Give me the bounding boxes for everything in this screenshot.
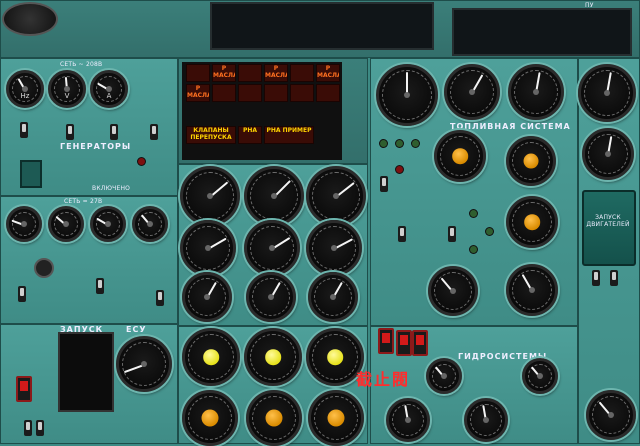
clock-gauge <box>578 64 636 122</box>
fuel-lamp-1 <box>380 140 387 147</box>
egt-gauge-2 <box>244 166 304 226</box>
fuel-pressure-gauge-1 <box>434 130 486 182</box>
generator-switch-2[interactable] <box>66 124 74 140</box>
start-switch-1[interactable] <box>24 420 32 436</box>
fuel-flow-gauge <box>376 64 438 126</box>
warning-tile <box>212 84 236 102</box>
fuel-system-title: ТОПЛИВНАЯ СИСТЕМА <box>450 122 571 131</box>
start-engines-button[interactable] <box>582 190 636 266</box>
right-switch-2[interactable] <box>610 270 618 286</box>
right-switch-1[interactable] <box>592 270 600 286</box>
generator-reset-button[interactable] <box>20 160 42 188</box>
dc-gauge-3 <box>90 206 126 242</box>
start-engines-label: ЗАПУСК ДВИГАТЕЛЕЙ <box>586 214 630 228</box>
fuel-lamp-3 <box>412 140 419 147</box>
fuel-lamp-2 <box>396 140 403 147</box>
warning-tile <box>238 84 262 102</box>
dc-selector-knob[interactable] <box>34 258 54 278</box>
fuel-quantity-gauge-2 <box>508 64 564 120</box>
warning-tile <box>290 64 314 82</box>
start-switch-2[interactable] <box>36 420 44 436</box>
hydraulic-gauge-2 <box>522 358 558 394</box>
oil-temp-gauge-1 <box>182 390 238 446</box>
fuel-lamp-6 <box>486 228 493 235</box>
hydraulic-pressure-gauge-1 <box>386 398 430 442</box>
fuel-pump-switch-1[interactable] <box>380 176 388 192</box>
egt-gauge-3 <box>306 166 366 226</box>
oil-pressure-gauge-2 <box>244 328 302 386</box>
fuel-lamp-7 <box>470 246 477 253</box>
pump-control-panel <box>452 8 632 56</box>
pump-label: ПУ <box>585 2 594 9</box>
oil-pressure-tile: Р МАСЛА <box>212 64 236 82</box>
vibration-gauge-1 <box>182 272 232 322</box>
hydraulic-pressure-gauge-2 <box>464 398 508 442</box>
fuel-pump-switch-3[interactable] <box>448 226 456 242</box>
oil-pressure-gauge-1 <box>182 328 240 386</box>
start-red-button[interactable] <box>16 376 32 402</box>
fuel-quantity-gauge-1 <box>444 64 500 120</box>
rpm-gauge-1 <box>180 220 236 276</box>
rpm-gauge-3 <box>306 220 362 276</box>
dc-gauge-4 <box>132 206 168 242</box>
frequency-gauge: Hz <box>6 70 44 108</box>
dc-switch-1[interactable] <box>96 278 104 294</box>
ventilation-vent[interactable] <box>2 2 58 36</box>
generator-switch-1[interactable] <box>20 122 28 138</box>
fuel-pressure-gauge-2 <box>506 136 556 186</box>
top-switch-panel <box>210 2 434 50</box>
voltage-gauge: V <box>48 70 86 108</box>
generators-label: ГЕНЕРАТОРЫ <box>60 142 132 151</box>
dc-network-title: СЕТЬ = 27В <box>64 198 103 205</box>
esu-rpm-gauge <box>116 336 172 392</box>
shutoff-valve-annotation: 截止閥 <box>356 370 411 389</box>
ampere-gauge: A <box>90 70 128 108</box>
vibration-gauge-2 <box>246 272 296 322</box>
hydraulic-gauge-1 <box>426 358 462 394</box>
start-annunciator-block <box>58 332 114 412</box>
fuel-consumption-gauge <box>506 264 558 316</box>
bypass-valves-tile: КЛАПАНЫ ПЕРЕПУСКА <box>186 126 236 144</box>
dc-gauge-1 <box>6 206 42 242</box>
fuel-lamp-4 <box>396 166 403 173</box>
rna-tile: РНА <box>238 126 262 144</box>
oil-pressure-tile: Р МАСЛА <box>186 84 210 102</box>
warning-tile <box>290 84 314 102</box>
dc-switch-2[interactable] <box>156 290 164 306</box>
warning-tile <box>238 64 262 82</box>
dc-gauge-2 <box>48 206 84 242</box>
connected-label: ВКЛЮЧЕНО <box>92 185 131 192</box>
hydraulic-red-button-2[interactable] <box>412 330 428 356</box>
esu-title: ЕСУ <box>126 325 147 334</box>
fuel-pressure-gauge-3 <box>506 196 558 248</box>
ac-network-title: СЕТЬ ~ 208В <box>60 61 103 68</box>
generator-warning-lamp <box>138 158 145 165</box>
rna-example-tile: РНА ПРИМЕР <box>264 126 314 144</box>
oil-pressure-tile: Р МАСЛА <box>264 64 288 82</box>
dc-switch-3[interactable] <box>18 286 26 302</box>
warning-tile <box>186 64 210 82</box>
generator-switch-3[interactable] <box>110 124 118 140</box>
fuel-temp-gauge <box>428 266 478 316</box>
bottom-right-gauge <box>586 390 636 440</box>
warning-tile <box>264 84 288 102</box>
generator-switch-4[interactable] <box>150 124 158 140</box>
temperature-gauge <box>582 128 634 180</box>
oil-pressure-tile: Р МАСЛА <box>316 64 340 82</box>
egt-gauge-1 <box>180 166 240 226</box>
fuel-lamp-5 <box>470 210 477 217</box>
vibration-gauge-3 <box>308 272 358 322</box>
fuel-pump-switch-2[interactable] <box>398 226 406 242</box>
rpm-gauge-2 <box>244 220 300 276</box>
oil-temp-gauge-3 <box>308 390 364 446</box>
warning-tile <box>316 84 340 102</box>
oil-temp-gauge-2 <box>246 390 302 446</box>
hydraulic-red-button-1[interactable] <box>396 330 412 356</box>
shutoff-valve-switch[interactable] <box>378 328 394 354</box>
